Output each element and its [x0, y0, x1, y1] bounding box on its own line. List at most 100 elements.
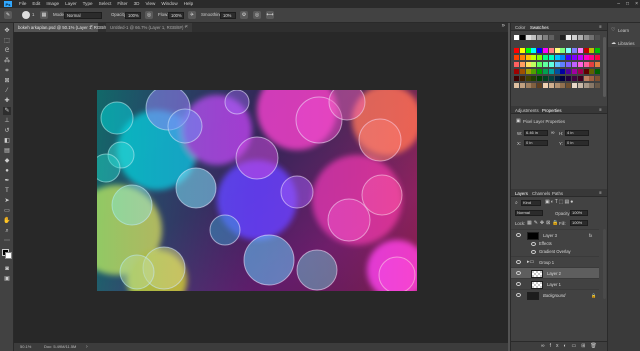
- color-swatch[interactable]: [577, 55, 583, 60]
- color-swatch[interactable]: [519, 83, 525, 88]
- color-swatch[interactable]: [595, 48, 601, 53]
- menu-window[interactable]: Window: [158, 0, 180, 8]
- color-swatch[interactable]: [537, 83, 543, 88]
- color-swatch[interactable]: [566, 69, 572, 74]
- color-swatch[interactable]: [554, 35, 560, 40]
- hand-tool-icon[interactable]: ✋: [3, 217, 11, 225]
- blend-mode-select[interactable]: Normal: [515, 210, 543, 216]
- minimize-button[interactable]: –: [617, 1, 620, 7]
- color-swatch[interactable]: [583, 48, 589, 53]
- menu-help[interactable]: Help: [181, 0, 196, 8]
- dodge-tool-icon[interactable]: ●: [3, 167, 11, 175]
- menu-3d[interactable]: 3D: [131, 0, 143, 8]
- tab-color[interactable]: Color: [515, 25, 525, 30]
- tab-swatches[interactable]: Swatches: [530, 25, 549, 30]
- color-swatch[interactable]: [514, 55, 519, 60]
- color-swatch[interactable]: [589, 55, 595, 60]
- swatches-grid[interactable]: [514, 35, 602, 110]
- brush-tool-icon[interactable]: ✎: [3, 107, 11, 115]
- color-swatch[interactable]: [543, 55, 548, 60]
- color-swatch[interactable]: [543, 62, 548, 67]
- color-swatch[interactable]: [577, 83, 583, 88]
- pressure-size-icon[interactable]: ◎: [253, 11, 261, 19]
- quick-mask-icon[interactable]: ◙: [3, 265, 11, 273]
- color-swatch[interactable]: [554, 62, 560, 67]
- color-swatch[interactable]: [543, 48, 548, 53]
- color-swatch[interactable]: [566, 76, 572, 81]
- color-swatch[interactable]: [554, 55, 560, 60]
- menu-type[interactable]: Type: [80, 0, 96, 8]
- panel-menu-icon[interactable]: ≡: [599, 107, 602, 112]
- width-input[interactable]: 6.46 in: [524, 130, 548, 136]
- status-arrow-icon[interactable]: ›: [86, 343, 88, 351]
- height-input[interactable]: 4 in: [565, 130, 589, 136]
- libraries-panel-button[interactable]: Libraries: [618, 41, 634, 46]
- color-swatch[interactable]: [514, 35, 519, 40]
- color-swatch[interactable]: [566, 83, 572, 88]
- color-swatch[interactable]: [583, 55, 589, 60]
- color-swatch[interactable]: [572, 48, 577, 53]
- color-swatch[interactable]: [572, 76, 577, 81]
- healing-brush-tool-icon[interactable]: ✚: [3, 97, 11, 105]
- gradient-tool-icon[interactable]: ▤: [3, 147, 11, 155]
- color-swatch[interactable]: [577, 62, 583, 67]
- layer-effects-row[interactable]: Effects: [511, 240, 599, 248]
- layer-filter-select[interactable]: Kind: [521, 200, 541, 206]
- color-swatch[interactable]: [543, 76, 548, 81]
- color-swatch[interactable]: [583, 76, 589, 81]
- color-swatch[interactable]: [519, 48, 525, 53]
- background-color-swatch[interactable]: [5, 252, 12, 259]
- color-swatch[interactable]: [560, 48, 566, 53]
- color-swatch[interactable]: [548, 35, 554, 40]
- opacity-input[interactable]: 100%: [125, 11, 141, 19]
- eraser-tool-icon[interactable]: ◧: [3, 137, 11, 145]
- brush-settings-icon[interactable]: ▦: [40, 11, 48, 19]
- color-swatch[interactable]: [583, 83, 589, 88]
- menu-filter[interactable]: Filter: [114, 0, 130, 8]
- menu-file[interactable]: File: [16, 0, 29, 8]
- menu-image[interactable]: Image: [43, 0, 62, 8]
- visibility-eye-icon[interactable]: [531, 250, 536, 254]
- visibility-eye-icon[interactable]: [516, 271, 521, 275]
- color-swatch[interactable]: [595, 62, 601, 67]
- tab-bokeh-arkaplan[interactable]: bokeh arkaplan.psd @ 50.1% (Layer 1, RGB…: [14, 23, 111, 32]
- layers-footer-buttons[interactable]: ∞fx◐▭⊞🗑: [511, 341, 608, 351]
- color-swatch[interactable]: [514, 62, 519, 67]
- blur-tool-icon[interactable]: ◆: [3, 157, 11, 165]
- layer-row-layer-3[interactable]: Layer 3 fx: [511, 229, 599, 240]
- color-swatch[interactable]: [560, 69, 566, 74]
- color-swatch[interactable]: [566, 48, 572, 53]
- layer-row-layer-2[interactable]: Layer 2: [511, 267, 599, 278]
- menu-layer[interactable]: Layer: [62, 0, 80, 8]
- color-swatch[interactable]: [560, 62, 566, 67]
- color-swatch[interactable]: [566, 35, 572, 40]
- color-swatch[interactable]: [554, 48, 560, 53]
- color-swatch[interactable]: [514, 83, 519, 88]
- color-swatch[interactable]: [525, 62, 531, 67]
- color-swatch[interactable]: [560, 55, 566, 60]
- menu-edit[interactable]: Edit: [29, 0, 43, 8]
- color-swatch[interactable]: [543, 69, 548, 74]
- color-swatch[interactable]: [572, 35, 577, 40]
- color-swatch[interactable]: [554, 69, 560, 74]
- lock-icons[interactable]: ▦✎✥⊠🔒: [527, 220, 561, 226]
- color-swatch[interactable]: [537, 62, 543, 67]
- color-swatch[interactable]: [577, 35, 583, 40]
- eyedropper-tool-icon[interactable]: ⁄: [3, 87, 11, 95]
- color-swatch[interactable]: [514, 48, 519, 53]
- color-swatch[interactable]: [583, 62, 589, 67]
- color-swatch[interactable]: [589, 35, 595, 40]
- visibility-eye-icon[interactable]: [516, 260, 521, 264]
- color-swatch[interactable]: [531, 62, 537, 67]
- color-swatch[interactable]: [519, 55, 525, 60]
- color-swatch[interactable]: [566, 55, 572, 60]
- color-swatch[interactable]: [595, 35, 601, 40]
- brush-tool-icon[interactable]: ✎: [4, 11, 12, 19]
- document-canvas-image[interactable]: [97, 90, 417, 291]
- lasso-tool-icon[interactable]: ᘓ: [3, 47, 11, 55]
- color-swatch[interactable]: [525, 83, 531, 88]
- y-input[interactable]: 0 in: [565, 140, 589, 146]
- color-swatch[interactable]: [537, 55, 543, 60]
- color-swatch[interactable]: [589, 48, 595, 53]
- panel-menu-icon[interactable]: ≡: [599, 24, 602, 29]
